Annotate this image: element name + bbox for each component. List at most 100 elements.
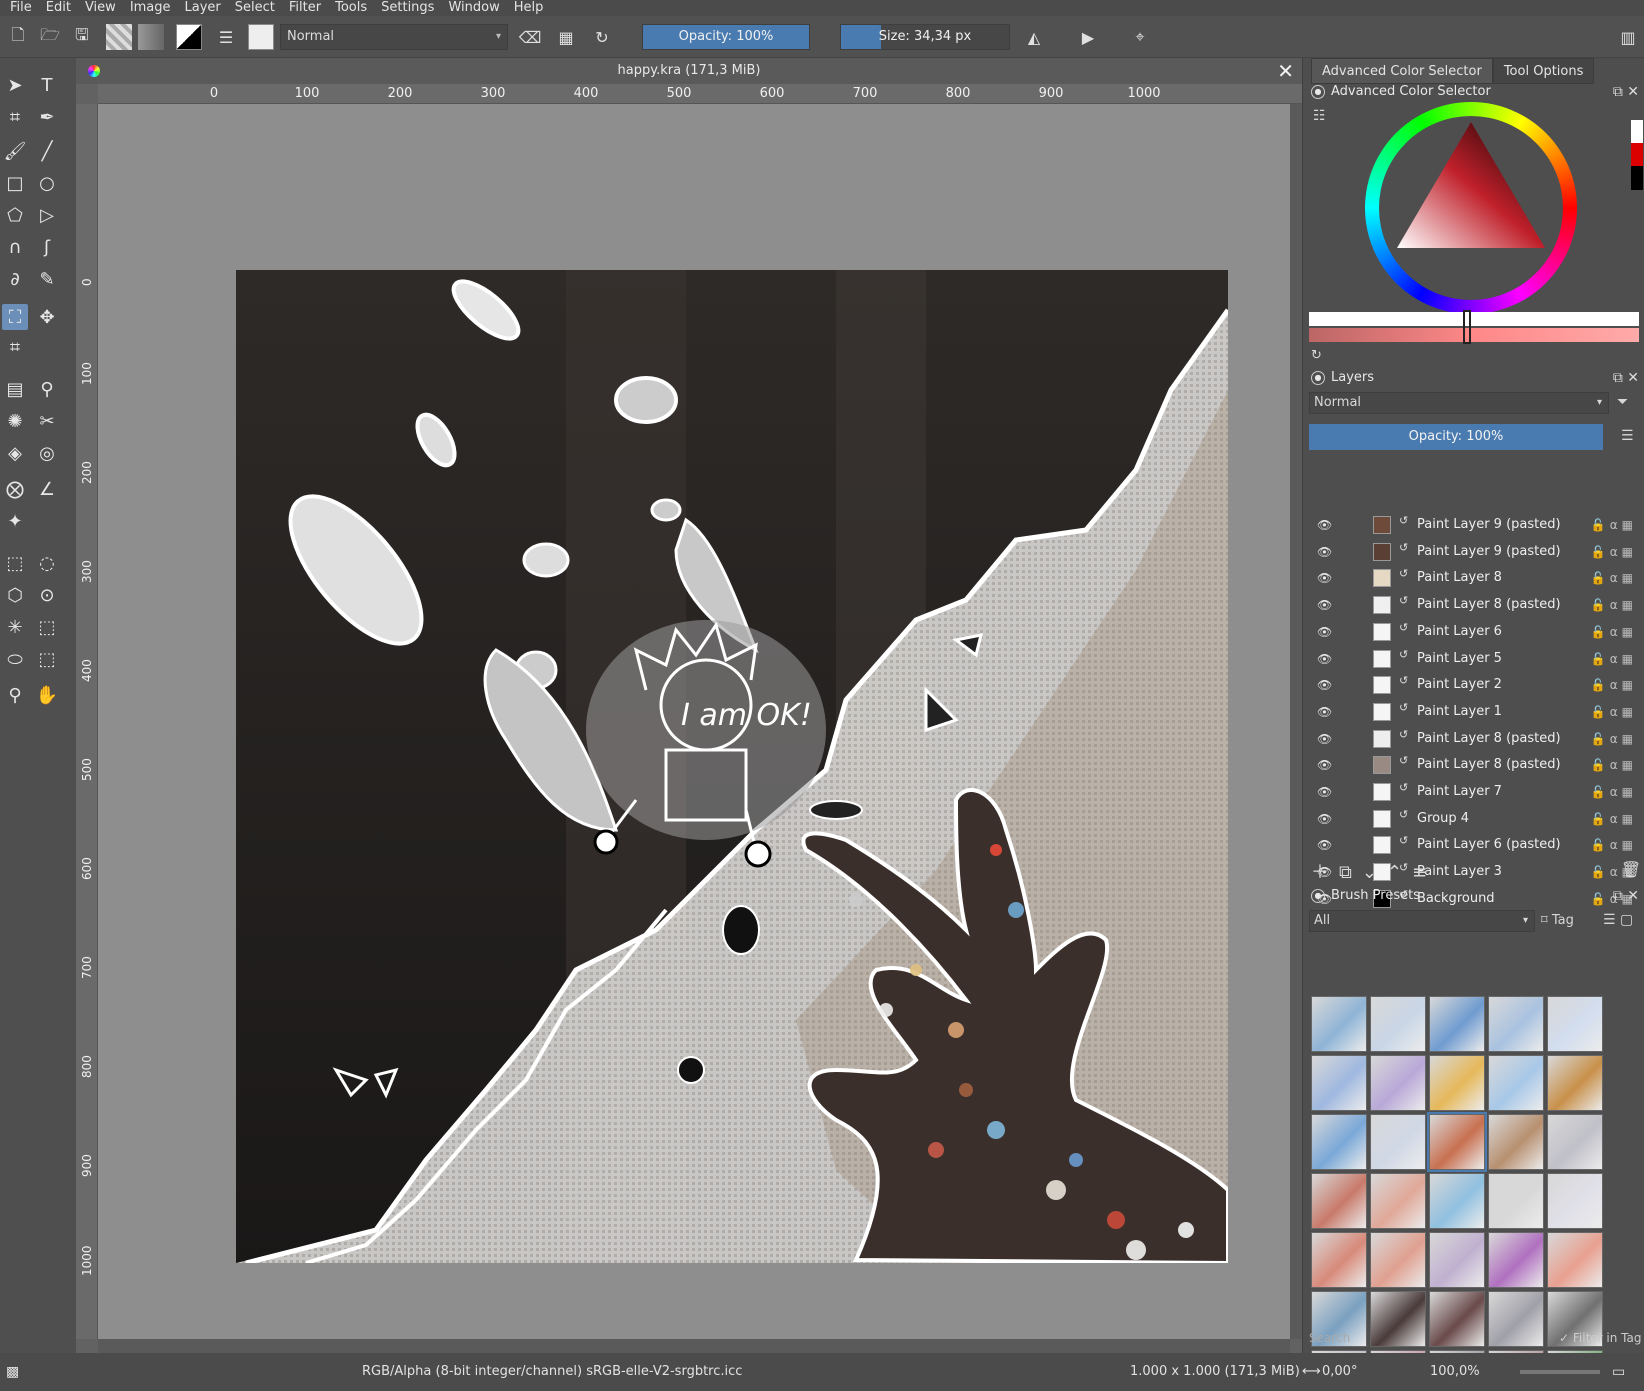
document-tab[interactable]: happy.kra (171,3 MiB) ✕ — [76, 58, 1302, 84]
close-document-icon[interactable]: ✕ — [1277, 58, 1294, 84]
layer-row[interactable]: 👁 ↺ Paint Layer 5 🔓α▦ — [1311, 646, 1637, 672]
float-close-icons[interactable]: ⧉ ✕ — [1613, 368, 1639, 388]
multibrush-tool-icon[interactable]: ✎ — [34, 266, 60, 292]
rectangular-selection-tool-icon[interactable]: ⬚ — [2, 550, 28, 576]
opacity-slider[interactable]: Opacity: 100% — [642, 24, 810, 50]
preserve-alpha-icon[interactable]: ▦ — [554, 25, 578, 49]
layer-lock-alpha-icons[interactable]: 🔓α▦ — [1591, 726, 1637, 752]
menu-edit[interactable]: Edit — [46, 0, 71, 16]
layer-lock-alpha-icons[interactable]: 🔓α▦ — [1591, 806, 1637, 832]
size-slider[interactable]: Size: 34,34 px — [840, 24, 1010, 50]
blend-mode-select[interactable]: Normal ▾ — [280, 24, 508, 50]
layer-lock-alpha-icons[interactable]: 🔓α▦ — [1591, 565, 1637, 591]
refresh-icon[interactable]: ↻ — [1311, 348, 1322, 363]
text-tool-icon[interactable]: T — [34, 72, 60, 98]
brush-preset-icon[interactable] — [1370, 1173, 1426, 1229]
tab-advanced-color-selector[interactable]: Advanced Color Selector — [1311, 58, 1493, 84]
brush-tag-select[interactable]: All ▾ — [1309, 910, 1535, 932]
brush-preset-icon[interactable] — [1370, 1055, 1426, 1111]
layer-lock-alpha-icons[interactable]: 🔓α▦ — [1591, 752, 1637, 778]
calligraphy-tool-icon[interactable]: ✒ — [34, 104, 60, 130]
move-layer-up-icon[interactable]: ⌃ — [1387, 862, 1412, 883]
brush-preset-icon[interactable] — [1488, 1114, 1544, 1170]
brush-preset-icon[interactable] — [1429, 1055, 1485, 1111]
float-close-icons[interactable]: ⧉ ✕ — [1613, 82, 1639, 102]
rectangle-tool-icon[interactable]: □ — [2, 170, 28, 196]
gradient-tool-icon[interactable]: ▤ — [2, 376, 28, 402]
duplicate-layer-icon[interactable]: ⧉ — [1339, 862, 1362, 883]
brush-preset-icon[interactable] — [1547, 1232, 1603, 1288]
layer-row[interactable]: 👁 ↺ Paint Layer 7 🔓α▦ — [1311, 779, 1637, 805]
artwork-canvas[interactable]: I am OK! — [236, 270, 1228, 1263]
layer-blend-mode-select[interactable]: Normal ▾ — [1309, 392, 1609, 414]
layer-filter-icon[interactable]: ⏷ — [1617, 394, 1628, 410]
visibility-eye-icon[interactable]: 👁 — [1317, 539, 1332, 565]
menu-view[interactable]: View — [85, 0, 116, 16]
brush-search-input[interactable]: Search — [1309, 1328, 1549, 1348]
slider-handle[interactable] — [1463, 310, 1471, 344]
menu-file[interactable]: File — [10, 0, 32, 16]
layer-lock-alpha-icons[interactable]: 🔓α▦ — [1591, 592, 1637, 618]
layer-lock-alpha-icons[interactable]: 🔓α▦ — [1591, 512, 1637, 538]
brush-preset-icon[interactable] — [1427, 1112, 1487, 1172]
tag-button[interactable]: ⌑ Tag — [1541, 910, 1591, 932]
visibility-eye-icon[interactable]: 👁 — [1317, 752, 1332, 778]
layer-options-icon[interactable]: ☰ — [1621, 428, 1634, 444]
rotation-icon[interactable]: ⟷ — [1302, 1353, 1321, 1391]
layer-lock-alpha-icons[interactable]: 🔓α▦ — [1591, 619, 1637, 645]
zoom-slider[interactable] — [1520, 1370, 1600, 1374]
layer-lock-alpha-icons[interactable]: 🔓α▦ — [1591, 539, 1637, 565]
fg-bg-color-icon[interactable] — [176, 24, 202, 50]
brush-preset-icon[interactable] — [1311, 996, 1367, 1052]
fill-tool-icon[interactable]: ◈ — [2, 440, 28, 466]
polygon-tool-icon[interactable]: ⬠ — [2, 202, 28, 228]
move-tool-icon[interactable]: ✥ — [34, 304, 60, 330]
mirror-vertical-icon[interactable]: ▶ — [1076, 25, 1100, 49]
brush-preset-icon[interactable] — [1547, 1055, 1603, 1111]
edit-shapes-tool-icon[interactable]: ⌗ — [2, 104, 28, 130]
brush-preset-icon[interactable] — [1370, 1232, 1426, 1288]
visibility-eye-icon[interactable]: 👁 — [1317, 806, 1332, 832]
lightness-slider[interactable] — [1309, 312, 1639, 326]
move-layer-down-icon[interactable]: ⌄ — [1362, 862, 1387, 883]
color-selector-menu-icon[interactable]: ☷ — [1313, 108, 1331, 126]
brush-preset-icon[interactable] — [1311, 1173, 1367, 1229]
dynamic-brush-tool-icon[interactable]: ∂ — [2, 266, 28, 292]
add-layer-icon[interactable]: ＋ — [1311, 862, 1339, 883]
brush-preset-icon[interactable] — [1547, 1173, 1603, 1229]
panel-lock-icon[interactable]: ● — [1311, 889, 1325, 903]
layer-lock-alpha-icons[interactable]: 🔓α▦ — [1591, 832, 1637, 858]
menu-tools[interactable]: Tools — [335, 0, 367, 16]
smart-patch-tool-icon[interactable]: ✂ — [34, 408, 60, 434]
magnetic-selection-tool-icon[interactable]: ⬚ — [34, 646, 60, 672]
measure-tool-icon[interactable]: ∠ — [34, 476, 60, 502]
layer-lock-alpha-icons[interactable]: 🔓α▦ — [1591, 699, 1637, 725]
color-picker-tool-icon[interactable]: ⚲ — [34, 376, 60, 402]
brush-status-icon[interactable]: ▩ — [6, 1353, 19, 1391]
panel-lock-icon[interactable]: ● — [1311, 371, 1325, 385]
crop-tool-icon[interactable]: ⌗ — [2, 334, 28, 360]
menu-image[interactable]: Image — [130, 0, 171, 16]
dock-toggle-icon[interactable]: ▥ — [1616, 25, 1640, 49]
ellipse-tool-icon[interactable]: ○ — [34, 170, 60, 196]
brush-preset-icon[interactable] — [1311, 1055, 1367, 1111]
brush-preset-icon[interactable] — [1311, 1114, 1367, 1170]
brush-preset-icon[interactable] — [248, 24, 274, 50]
menu-select[interactable]: Select — [235, 0, 275, 16]
float-close-icons[interactable]: ⧉ ✕ — [1613, 886, 1639, 906]
brush-preset-icon[interactable] — [1429, 1173, 1485, 1229]
layer-row[interactable]: 👁 ↺ Paint Layer 2 🔓α▦ — [1311, 672, 1637, 698]
open-document-icon[interactable]: 🗁 — [38, 25, 62, 49]
similar-color-selection-tool-icon[interactable]: ⬚ — [34, 614, 60, 640]
visibility-eye-icon[interactable]: 👁 — [1317, 646, 1332, 672]
menu-settings[interactable]: Settings — [381, 0, 434, 16]
transform-tool-icon[interactable]: ⛶ — [2, 304, 28, 330]
layer-row[interactable]: 👁 ↺ Paint Layer 6 🔓α▦ — [1311, 619, 1637, 645]
save-document-icon[interactable]: 🖫 — [70, 25, 94, 49]
brush-preset-icon[interactable] — [1311, 1232, 1367, 1288]
visibility-eye-icon[interactable]: 👁 — [1317, 512, 1332, 538]
line-tool-icon[interactable]: ╱ — [34, 138, 60, 164]
layer-opacity-slider[interactable]: Opacity: 100% — [1309, 424, 1603, 450]
layer-row[interactable]: 👁 ↺ Paint Layer 6 (pasted) 🔓α▦ — [1311, 832, 1637, 858]
contiguous-selection-tool-icon[interactable]: ✳ — [2, 614, 28, 640]
